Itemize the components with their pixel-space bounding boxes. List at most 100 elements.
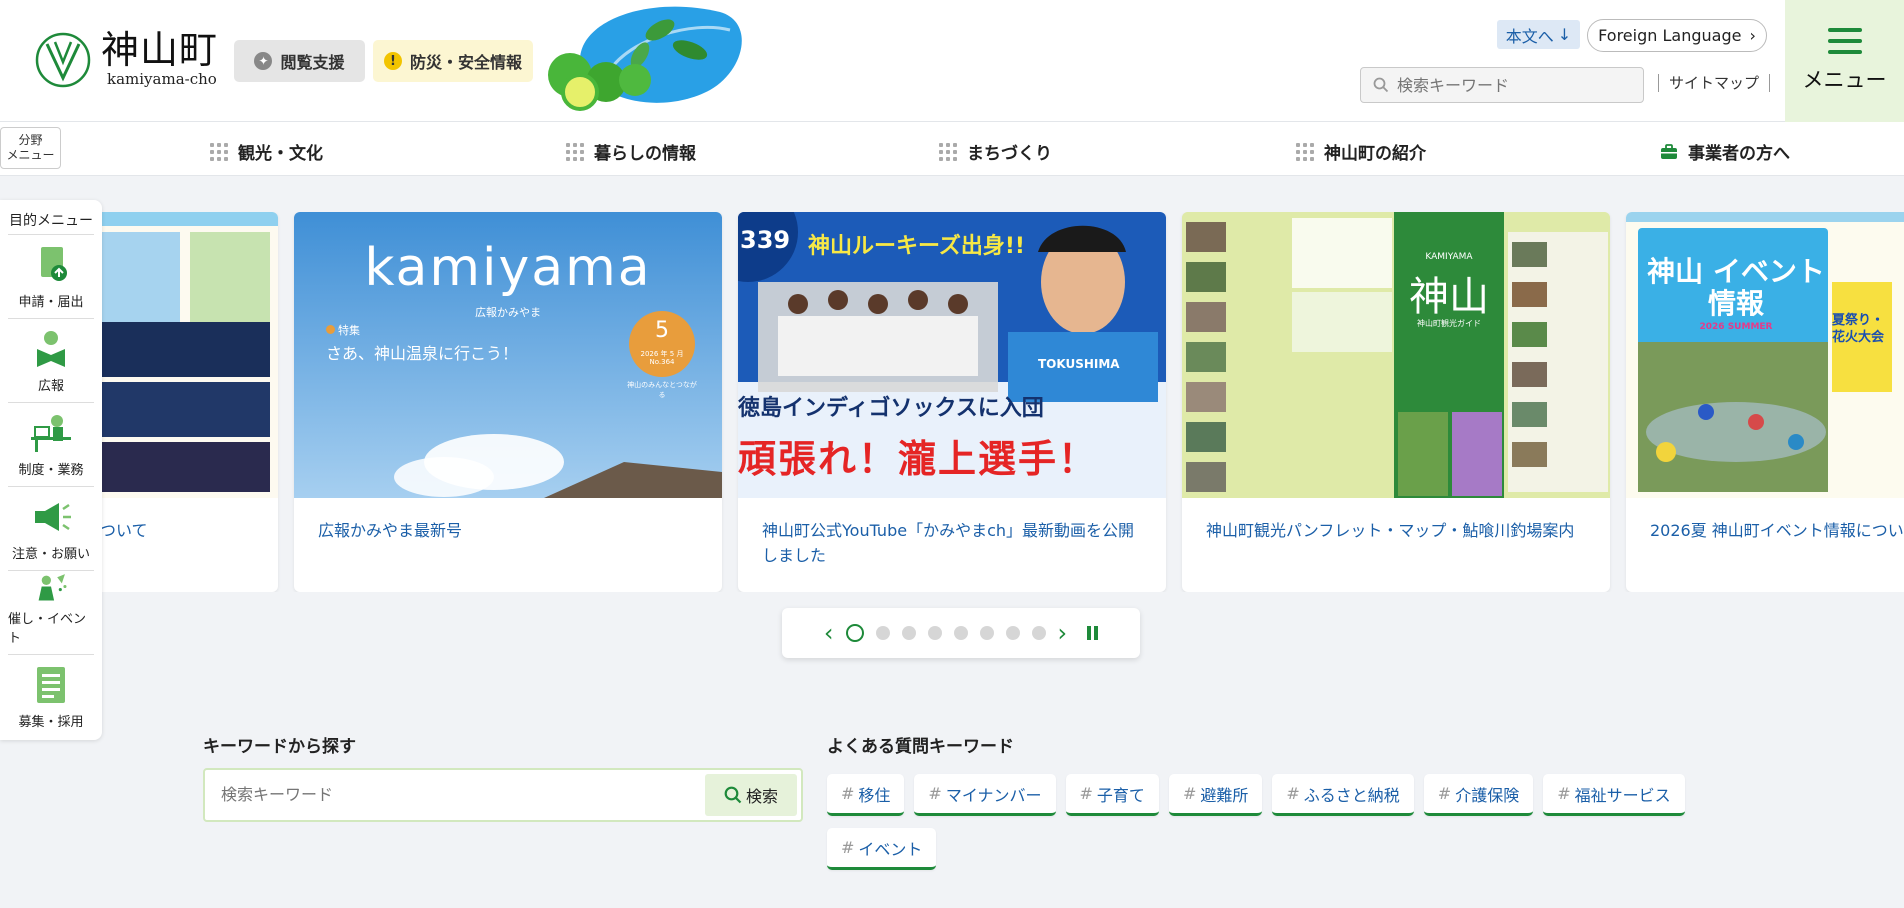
foreign-language-button[interactable]: Foreign Language › [1587, 19, 1767, 52]
disaster-info-label: 防災・安全情報 [409, 53, 522, 72]
nav-item-about[interactable]: 神山町の紹介 [1296, 139, 1426, 164]
grid-dots-icon [1296, 142, 1314, 161]
nav-item-label: 事業者の方へ [1688, 144, 1790, 164]
site-header: 神山町 kamiyama-cho ✦ 閲覧支援 ! 防災・安全情報 本文へ ↓ … [0, 0, 1904, 122]
warning-icon: ! [383, 52, 402, 70]
kamiyama-emblem-icon [35, 32, 91, 88]
faq-tag-label: ふるさと納税 [1303, 785, 1400, 805]
youtube-cheer: 頑張れ！瀧上選手！ [738, 437, 1099, 481]
carousel-dot[interactable] [875, 626, 890, 640]
carousel-card[interactable]: KAMIYAMA 神山 神山町観光ガイド 神山町観光パンフレット・マップ・鮎喰川… [1182, 212, 1610, 592]
keyword-search-box: 検索 [203, 768, 803, 822]
purpose-menu-title: 目的メニュー [9, 213, 93, 229]
episode-number: 339 [740, 226, 791, 254]
carousel-card[interactable]: 神山 イベント情報 2026 SUMMER 夏祭り・花火大会 2026夏 神山町… [1626, 212, 1904, 592]
party-icon [38, 574, 67, 601]
hamburger-icon [1827, 28, 1862, 54]
foreign-language-label: Foreign Language [1598, 26, 1742, 45]
disaster-info-button[interactable]: ! 防災・安全情報 [373, 40, 533, 82]
carousel-dot[interactable] [953, 626, 968, 640]
purpose-item-label: 募集・採用 [18, 715, 84, 730]
faq-tag[interactable]: # 避難所 [1168, 774, 1263, 816]
carousel-controls: ‹ › [782, 608, 1140, 658]
koho-issue-number: 5 [655, 318, 669, 343]
briefcase-icon [1661, 143, 1677, 159]
card-caption: 神山町公式YouTube「かみやまch」最新動画を公開しました [762, 521, 1135, 565]
carousel-prev-button[interactable]: ‹ [824, 621, 834, 645]
carousel-dot[interactable] [1005, 626, 1020, 640]
purpose-item-systems[interactable]: 制度・業務 [8, 402, 94, 486]
grid-dots-icon [939, 142, 957, 161]
carousel-dot[interactable] [845, 624, 864, 642]
keyword-search-input[interactable] [221, 785, 701, 804]
purpose-item-events[interactable]: 催し・イベント [8, 570, 94, 654]
purpose-item-label: 広報 [37, 379, 64, 394]
logo-japanese: 神山町 [101, 28, 219, 72]
grid-dots-icon [566, 142, 584, 161]
nav-item-label: 観光・文化 [238, 144, 323, 164]
keyword-search-button[interactable]: 検索 [705, 774, 797, 816]
menu-label: メニュー [1802, 68, 1887, 92]
pamphlet-brand: KAMIYAMA [1425, 252, 1473, 262]
purpose-item-public-relations[interactable]: 広報 [8, 318, 94, 402]
nav-item-town-planning[interactable]: まちづくり [939, 139, 1052, 164]
document-upload-icon [41, 247, 67, 281]
faq-tag[interactable]: # 移住 [827, 774, 905, 816]
keyword-search-button-label: 検索 [745, 787, 778, 806]
carousel-card[interactable]: 339 神山ルーキーズ出身!! 徳島インディゴソックスに入団 頑張れ！瀧上選手！… [738, 212, 1166, 592]
card-image-tourism-pamphlet: KAMIYAMA 神山 神山町観光ガイド [1182, 212, 1610, 498]
faq-tag[interactable]: # 子育て [1065, 774, 1159, 816]
header-search-input[interactable] [1397, 75, 1617, 95]
purpose-menu: 目的メニュー 申請・届出 広報 制度・業務 注意・お願い 催し・イベント 募集・… [0, 200, 102, 740]
accessibility-label: 閲覧支援 [280, 53, 345, 72]
category-nav: 分野 メニュー 観光・文化 暮らしの情報 まちづくり 神山町の紹介 事業者の方へ [0, 122, 1904, 176]
youtube-headline: 神山ルーキーズ出身!! [808, 234, 1025, 259]
sudachi-citrus-illustration [548, 6, 742, 111]
nav-item-tourism[interactable]: 観光・文化 [210, 139, 323, 164]
carousel-next-button[interactable]: › [1058, 621, 1068, 645]
purpose-item-label: 申請・届出 [18, 295, 84, 310]
card-caption: 2026夏 神山町イベント情報につい [1650, 521, 1904, 540]
keyword-search-title: キーワードから探す [203, 737, 356, 757]
nav-item-label: 暮らしの情報 [594, 144, 696, 164]
purpose-item-application[interactable]: 申請・届出 [8, 234, 94, 318]
faq-keywords-title: よくある質問キーワード [827, 737, 1014, 757]
nav-item-living[interactable]: 暮らしの情報 [566, 139, 696, 164]
carousel-dot[interactable] [927, 626, 942, 640]
logo-english: kamiyama-cho [107, 70, 217, 88]
carousel-card[interactable]: kamiyama 広報かみやま 特集 さあ、神山温泉に行こう！ 5 2026 年… [294, 212, 722, 592]
desk-worker-icon [31, 415, 71, 452]
reading-person-icon [37, 331, 65, 367]
sitemap-link[interactable]: サイトマップ [1658, 74, 1771, 92]
grid-dots-icon [210, 142, 228, 161]
faq-tag[interactable]: # ふるさと納税 [1272, 774, 1414, 816]
koho-issue-no: No.364 [649, 358, 675, 366]
pamphlet-subtitle: 神山町観光ガイド [1417, 319, 1481, 328]
site-logo[interactable]: 神山町 kamiyama-cho [33, 28, 218, 90]
purpose-item-recruitment[interactable]: 募集・採用 [8, 654, 94, 738]
main-menu-button[interactable]: メニュー [1785, 0, 1904, 122]
events-side-text: 夏祭り・花火大会 [1832, 313, 1885, 345]
carousel-dot[interactable] [979, 626, 994, 640]
purpose-item-label: 制度・業務 [18, 463, 84, 478]
faq-tag[interactable]: # マイナンバー [914, 774, 1056, 816]
carousel-pause-button[interactable] [1087, 626, 1099, 640]
nav-item-business[interactable]: 事業者の方へ [1660, 139, 1790, 164]
carousel-dot[interactable] [901, 626, 916, 640]
accessibility-button[interactable]: ✦ 閲覧支援 [234, 40, 365, 82]
faq-tag[interactable]: # 介護保険 [1423, 774, 1534, 816]
nav-item-label: まちづくり [967, 144, 1052, 164]
purpose-item-notices[interactable]: 注意・お願い [8, 486, 94, 570]
faq-keyword-tags: # 移住 # マイナンバー # 子育て # 避難所 # ふるさと納税 # 介護保険 # 福祉サ… [827, 774, 1727, 870]
jersey-text: TOKUSHIMA [1038, 357, 1120, 371]
faq-tag-label: 避難所 [1200, 785, 1249, 805]
skip-to-content-link[interactable]: 本文へ ↓ [1497, 20, 1580, 49]
notice-board-icon [37, 667, 65, 703]
arrow-down-icon: ↓ [1557, 25, 1572, 44]
field-menu-button[interactable]: 分野 メニュー [0, 127, 61, 169]
purpose-item-label: 注意・お願い [11, 547, 90, 562]
faq-tag[interactable]: # 福祉サービス [1543, 774, 1685, 816]
faq-tag-label: 福祉サービス [1574, 785, 1671, 805]
faq-tag[interactable]: # イベント [827, 828, 937, 870]
carousel-dot[interactable] [1031, 626, 1046, 640]
